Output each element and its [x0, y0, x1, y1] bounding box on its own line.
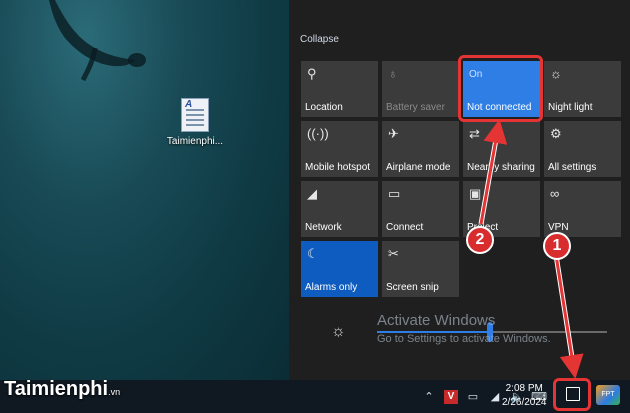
step-badge-2: 2	[466, 226, 494, 254]
arrow-to-notification	[554, 254, 584, 379]
step-badge-1: 1	[543, 232, 571, 260]
annotation-arrows	[478, 119, 584, 379]
arrow-to-wifi-tile	[479, 119, 508, 225]
